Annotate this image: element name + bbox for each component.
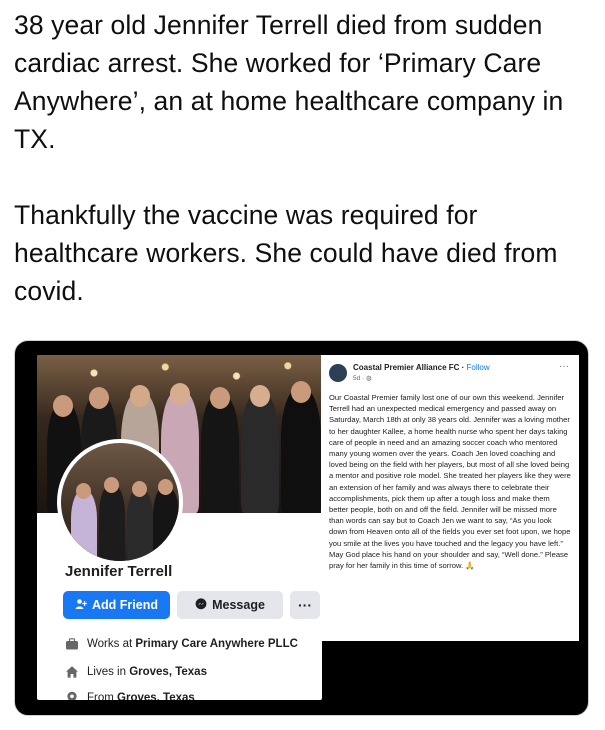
- post-header: Coastal Premier Alliance FC · Follow 5d …: [329, 363, 571, 382]
- work-info: Works at Primary Care Anywhere PLLC: [65, 637, 298, 651]
- more-options-button[interactable]: ···: [290, 591, 320, 619]
- post-body: Our Coastal Premier family lost one of o…: [329, 393, 571, 571]
- add-friend-label: Add Friend: [92, 598, 158, 612]
- add-friend-icon: [75, 598, 88, 613]
- message-button[interactable]: Message: [177, 591, 283, 619]
- work-prefix: Works at: [87, 638, 136, 650]
- add-friend-button[interactable]: Add Friend: [63, 591, 170, 619]
- from-prefix: From: [87, 692, 118, 700]
- page-logo-icon[interactable]: [329, 364, 347, 382]
- lives-value[interactable]: Groves, Texas: [129, 666, 207, 678]
- from-value[interactable]: Groves, Texas: [117, 692, 195, 700]
- profile-name[interactable]: Jennifer Terrell: [65, 563, 172, 580]
- post-options-button[interactable]: ···: [559, 361, 569, 372]
- work-value[interactable]: Primary Care Anywhere PLLC: [135, 638, 298, 650]
- profile-picture[interactable]: [57, 439, 183, 565]
- post-timestamp: 5d · ◍: [353, 375, 372, 382]
- message-label: Message: [212, 598, 265, 612]
- tweet-paragraph-2: Thankfully the vaccine was required for …: [14, 200, 558, 306]
- from-info: From Groves, Texas: [65, 691, 195, 700]
- facebook-profile-card: Jennifer Terrell Add Friend Message ··· …: [37, 355, 322, 700]
- tweet-paragraph-1: 38 year old Jennifer Terrell died from s…: [14, 10, 564, 154]
- lives-info: Lives in Groves, Texas: [65, 665, 207, 679]
- page-name[interactable]: Coastal Premier Alliance FC: [353, 363, 459, 372]
- location-pin-icon: [65, 691, 79, 700]
- follow-link[interactable]: Follow: [467, 363, 490, 372]
- messenger-icon: [195, 597, 207, 613]
- page-separator: ·: [459, 363, 467, 372]
- home-icon: [65, 665, 79, 679]
- briefcase-icon: [65, 637, 79, 651]
- tweet-text: 38 year old Jennifer Terrell died from s…: [14, 6, 594, 310]
- attached-screenshot[interactable]: Jennifer Terrell Add Friend Message ··· …: [14, 340, 589, 716]
- lives-prefix: Lives in: [87, 666, 130, 678]
- facebook-post: Coastal Premier Alliance FC · Follow 5d …: [321, 355, 579, 641]
